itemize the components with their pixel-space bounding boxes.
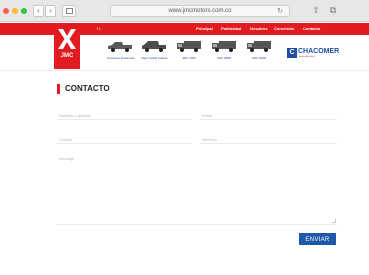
vehicle-item-2[interactable]: Vigus Doble Cabina [141,40,167,60]
reload-icon[interactable]: ↻ [277,6,283,17]
maximize-window-button[interactable] [21,8,27,14]
chacomer-name: CHACOMER [298,48,340,55]
pickup-truck-icon [108,42,132,52]
email-field-wrapper [200,104,337,123]
chevron-left-icon: ‹ [37,6,40,15]
vehicle-item-3[interactable]: JMC 1040 [176,40,202,60]
vehicle-label: Carnivore Emisiones [107,56,135,60]
page-title: CONTACTO [57,84,110,94]
vehicle-label: JMC N900 [251,56,267,60]
send-button[interactable]: ENVIAR [299,233,336,245]
url-text: www.jmcmotors.com.co [168,8,232,14]
back-button[interactable]: ‹ [33,5,44,17]
chacomer-tagline: distribuidor oficial [299,56,315,58]
city-field[interactable] [57,132,192,147]
vehicle-label: Vigus Doble Cabina [141,56,168,60]
vehicle-item-5[interactable]: JMC N900 [246,40,272,60]
forward-button[interactable]: › [45,5,56,17]
nav-link-principal[interactable]: Principal [196,23,213,35]
sidebar-icon [66,8,73,14]
chevron-right-icon: › [49,6,52,15]
chacomer-mark-icon: C [287,48,297,58]
address-bar[interactable]: www.jmcmotors.com.co ↻ [110,5,290,17]
sidebar-toggle-button[interactable] [62,5,76,17]
email-field[interactable] [200,108,337,123]
light-truck-icon [177,41,201,52]
city-field-wrapper [57,128,192,147]
light-truck-icon [247,41,271,52]
logo-text: JMC [60,53,74,59]
name-field[interactable] [57,108,192,123]
resize-handle-icon[interactable] [332,219,336,223]
nav-link-nosotros[interactable]: Nosotros [250,23,268,35]
name-field-wrapper [57,104,192,123]
jmc-emblem-icon [58,29,76,49]
nav-link-concesion[interactable]: Concesión [274,23,294,35]
pickup-truck-icon [142,41,166,52]
minimize-window-button[interactable] [12,8,18,14]
nav-link-contacto[interactable]: Contacto [303,23,320,35]
message-field-wrapper [57,153,337,225]
phone-field-wrapper [200,128,337,147]
message-field[interactable] [57,153,337,224]
vehicle-item-1[interactable]: Carnivore Emisiones [107,40,135,60]
nav-link-publicidad[interactable]: Publicidad [221,23,241,35]
social-icons[interactable]: f t [97,23,100,35]
browser-toolbar: ‹ › www.jmcmotors.com.co ↻ ⇧ ⧉ [0,0,369,22]
close-window-button[interactable] [3,8,9,14]
chacomer-logo[interactable]: C CHACOMER distribuidor oficial [287,48,339,58]
jmc-logo[interactable]: JMC [54,25,80,69]
vehicle-label: JMC 1040 [182,56,196,60]
tabs-icon[interactable]: ⧉ [327,4,339,17]
share-icon[interactable]: ⇧ [310,4,322,17]
phone-field[interactable] [200,132,337,147]
light-truck-icon [212,41,236,52]
vehicle-label: JMC N800 [216,56,232,60]
vehicle-item-4[interactable]: JMC N800 [211,40,237,60]
